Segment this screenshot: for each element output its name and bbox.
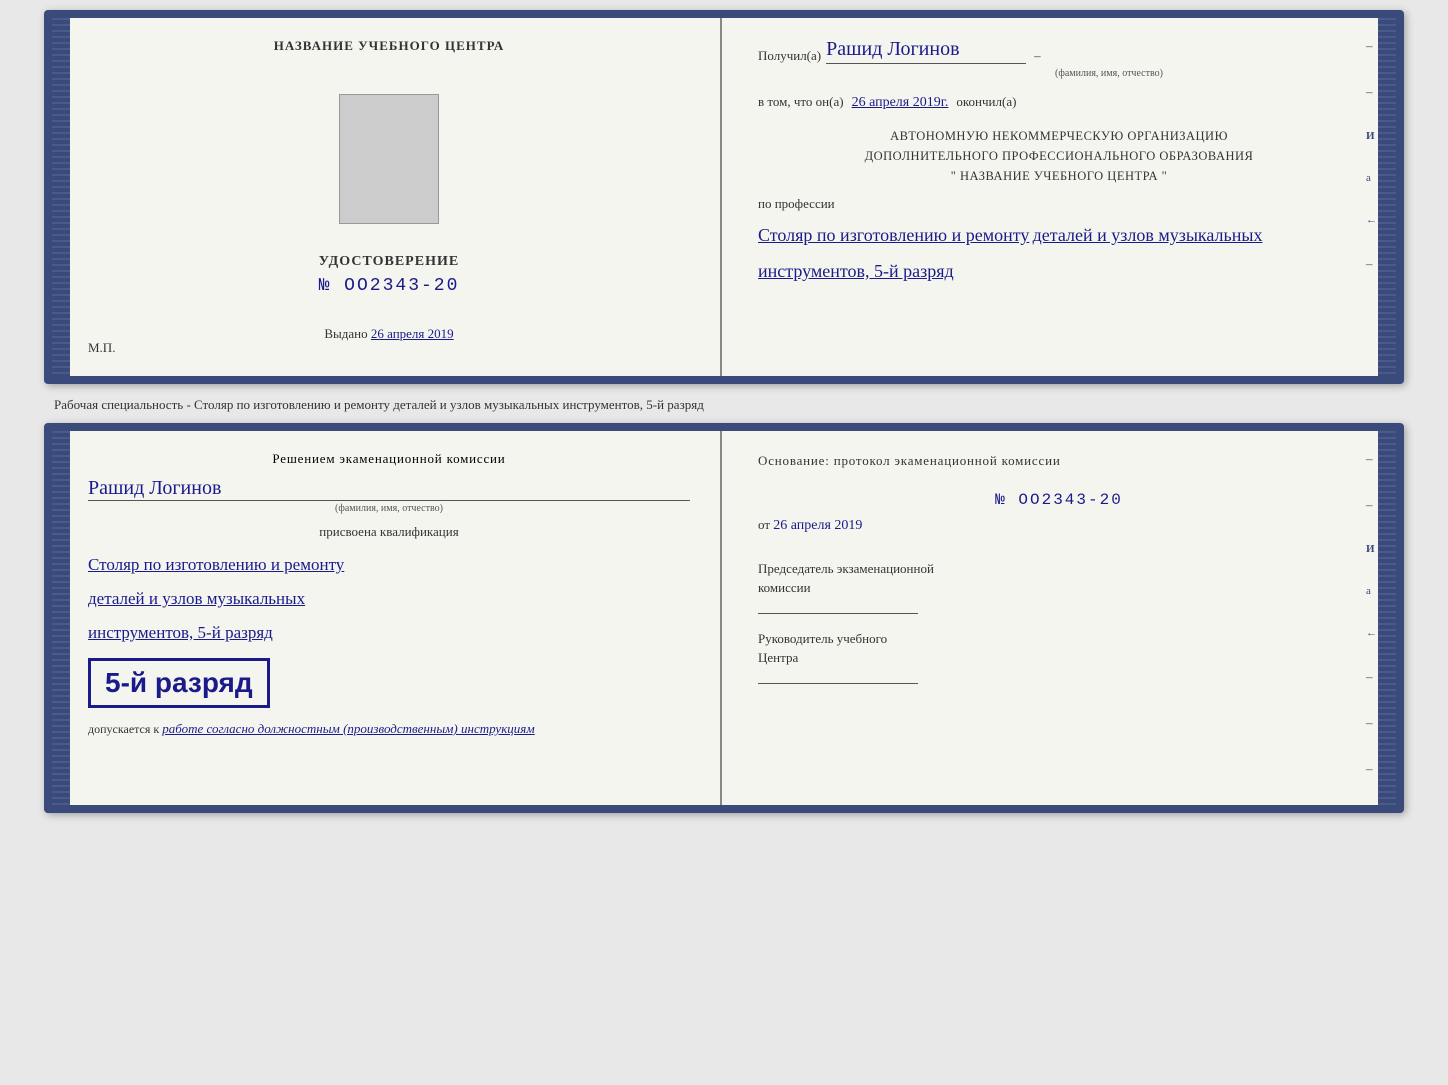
mp-label: М.П. [88, 340, 115, 356]
recipient-sublabel: (фамилия, имя, отчество) [758, 68, 1360, 79]
org-line2: ДОПОЛНИТЕЛЬНОГО ПРОФЕССИОНАЛЬНОГО ОБРАЗО… [758, 146, 1360, 166]
org-name-top: НАЗВАНИЕ УЧЕБНОГО ЦЕНТРА [274, 38, 505, 54]
director-line1: Руководитель учебного [758, 629, 1360, 649]
profession-line1: Столяр по изготовлению и ремонту [758, 225, 1029, 245]
director-title: Руководитель учебного Центра [758, 629, 1360, 668]
admitted-text: работе согласно должностным (производств… [162, 721, 534, 736]
date-line: в том, что он(а) 26 апреля 2019г. окончи… [758, 94, 1360, 111]
top-right-panel: Получил(а) Рашид Логинов – (фамилия, имя… [722, 18, 1396, 376]
mark-i: И [1366, 130, 1377, 142]
bottom-right-edge-marks: – – И а ← – – – [1366, 451, 1377, 777]
org-block: АВТОНОМНУЮ НЕКОММЕРЧЕСКУЮ ОРГАНИЗАЦИЮ ДО… [758, 126, 1360, 186]
cert-title: УДОСТОВЕРЕНИЕ [319, 254, 459, 270]
mark-a: а [1366, 172, 1377, 184]
mark-ab: а [1366, 585, 1377, 597]
specialty-label: Рабочая специальность - Столяр по изгото… [44, 392, 1404, 418]
person-sublabel: (фамилия, имя, отчество) [88, 503, 690, 514]
mark-dash1b: – [1366, 451, 1377, 467]
chairman-signature [758, 613, 918, 614]
mark-arrow: ← [1366, 214, 1377, 226]
mark-dash4b: – [1366, 715, 1377, 731]
mark-dash2: – [1366, 84, 1377, 100]
org-line1: АВТОНОМНУЮ НЕКОММЕРЧЕСКУЮ ОРГАНИЗАЦИЮ [758, 126, 1360, 146]
mark-dash2b: – [1366, 497, 1377, 513]
profession-label: по профессии [758, 196, 1360, 212]
mark-arrowb: ← [1366, 627, 1377, 639]
director-signature [758, 683, 918, 684]
org-line3: " НАЗВАНИЕ УЧЕБНОГО ЦЕНТРА " [758, 166, 1360, 186]
right-edge-marks: – – И а ← – [1366, 38, 1377, 272]
date-suffix: окончил(а) [956, 94, 1016, 110]
received-label: Получил(а) [758, 48, 821, 64]
rank-badge: 5-й разряд [88, 658, 270, 708]
cert-number: № OO2343-20 [319, 276, 460, 296]
issued-label: Выдано [324, 326, 367, 341]
date-prefix: в том, что он(а) [758, 94, 844, 110]
recipient-name: Рашид Логинов [826, 38, 1026, 64]
dash: – [1034, 48, 1041, 64]
top-document: НАЗВАНИЕ УЧЕБНОГО ЦЕНТРА УДОСТОВЕРЕНИЕ №… [44, 10, 1404, 384]
protocol-number: № OO2343-20 [758, 491, 1360, 509]
protocol-date-value: 26 апреля 2019 [773, 518, 862, 533]
photo-placeholder [339, 94, 439, 224]
mark-ib: И [1366, 543, 1377, 555]
admitted-prefix: допускается к [88, 722, 159, 736]
chairman-line1: Председатель экзаменационной [758, 559, 1360, 579]
profession-line3: инструментов, 5-й разряд [758, 261, 954, 281]
profession-line2: деталей и узлов музыкальных [1033, 225, 1263, 245]
recipient-line: Получил(а) Рашид Логинов – [758, 38, 1360, 64]
mark-dash1: – [1366, 38, 1377, 54]
bottom-left-panel: Решением экаменационной комиссии Рашид Л… [52, 431, 722, 805]
basis-text: Основание: протокол экаменационной комис… [758, 451, 1360, 471]
date-prefix: от [758, 517, 770, 532]
mark-dash5b: – [1366, 761, 1377, 777]
bottom-right-panel: Основание: протокол экаменационной комис… [722, 431, 1396, 805]
qual-line3: инструментов, 5-й разряд [88, 616, 690, 650]
chairman-line2: комиссии [758, 578, 1360, 598]
mark-dash3b: – [1366, 669, 1377, 685]
top-left-panel: НАЗВАНИЕ УЧЕБНОГО ЦЕНТРА УДОСТОВЕРЕНИЕ №… [52, 18, 722, 376]
issued-line: Выдано 26 апреля 2019 [324, 326, 453, 342]
mark-dash3: – [1366, 256, 1377, 272]
qualification-text: Столяр по изготовлению и ремонту деталей… [88, 548, 690, 650]
director-line2: Центра [758, 648, 1360, 668]
qual-line2: деталей и узлов музыкальных [88, 582, 690, 616]
bottom-document: Решением экаменационной комиссии Рашид Л… [44, 423, 1404, 813]
chairman-title: Председатель экзаменационной комиссии [758, 559, 1360, 598]
assigned-text: присвоена квалификация [88, 524, 690, 540]
commission-text: Решением экаменационной комиссии [88, 451, 690, 467]
profession-text: Столяр по изготовлению и ремонту деталей… [758, 217, 1360, 289]
admitted-line: допускается к работе согласно должностны… [88, 721, 690, 737]
person-name: Рашид Логинов [88, 477, 690, 501]
issued-date: 26 апреля 2019 [371, 326, 454, 341]
qual-line1: Столяр по изготовлению и ремонту [88, 548, 690, 582]
date-value: 26 апреля 2019г. [852, 95, 949, 111]
protocol-date: от 26 апреля 2019 [758, 517, 1360, 534]
